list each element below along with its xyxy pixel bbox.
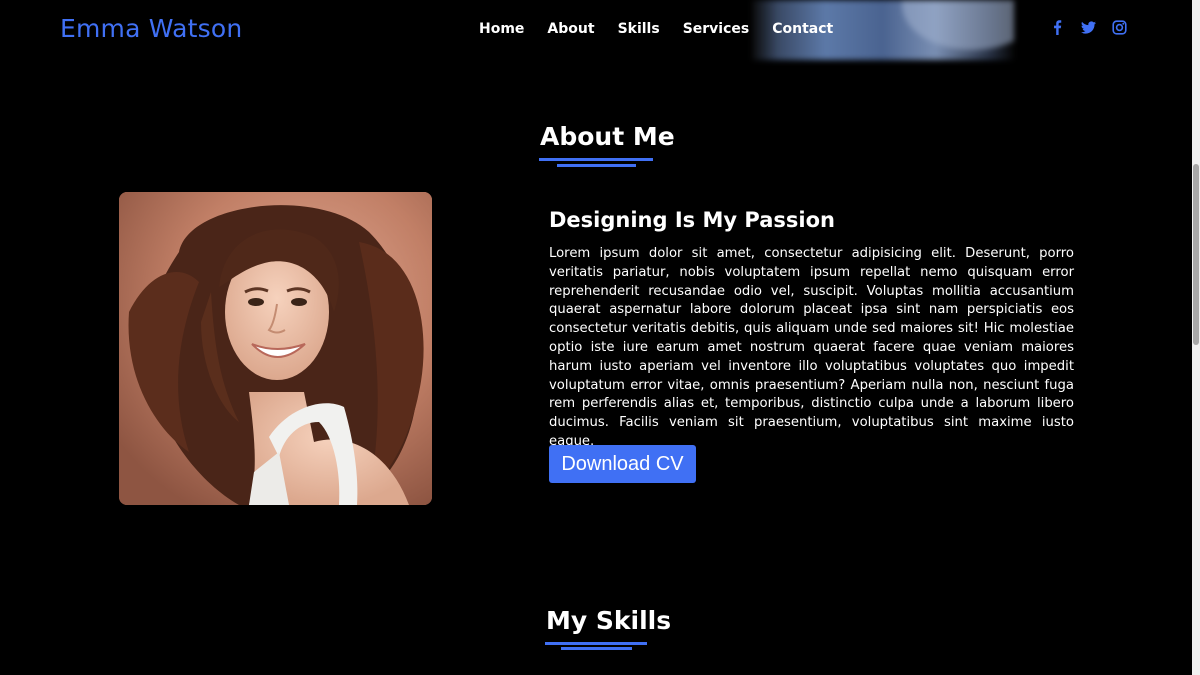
- about-subtitle: Designing Is My Passion: [549, 208, 835, 232]
- page-scrollbar[interactable]: [1192, 0, 1200, 675]
- nav-contact[interactable]: Contact: [772, 21, 833, 37]
- title-underline-short: [557, 164, 636, 167]
- nav-skills[interactable]: Skills: [618, 21, 660, 37]
- nav-about[interactable]: About: [547, 21, 594, 37]
- nav-home[interactable]: Home: [479, 21, 524, 37]
- portrait-illustration: [119, 192, 432, 505]
- brand-logo[interactable]: Emma Watson: [60, 14, 242, 43]
- main-nav: Home About Skills Services Contact: [479, 21, 856, 37]
- twitter-icon[interactable]: [1080, 20, 1096, 38]
- download-cv-button[interactable]: Download CV: [549, 445, 696, 483]
- about-paragraph: Lorem ipsum dolor sit amet, consectetur …: [549, 246, 1074, 449]
- instagram-icon[interactable]: [1111, 20, 1127, 38]
- skills-section-title: My Skills: [546, 606, 672, 635]
- social-links: [1049, 20, 1142, 38]
- skills-title-underline: [545, 642, 647, 645]
- site-header: Emma Watson Home About Skills Services C…: [0, 0, 1192, 60]
- about-section-title: About Me: [540, 122, 675, 151]
- scrollbar-thumb[interactable]: [1193, 164, 1199, 345]
- skills-title-underline-short: [561, 647, 632, 650]
- profile-photo: [119, 192, 432, 505]
- page: Emma Watson Home About Skills Services C…: [0, 0, 1200, 675]
- nav-services[interactable]: Services: [683, 21, 750, 37]
- facebook-icon[interactable]: [1049, 20, 1065, 38]
- title-underline: [539, 158, 653, 161]
